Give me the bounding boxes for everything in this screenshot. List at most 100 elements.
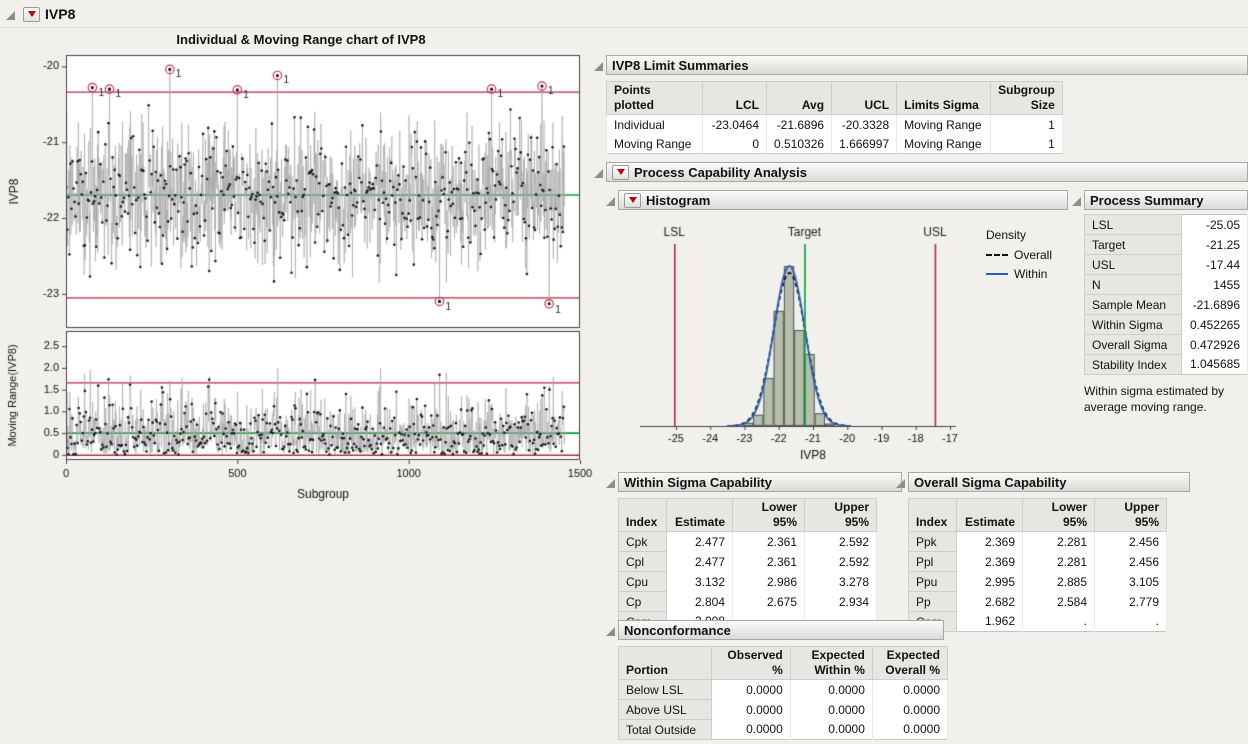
overall-capability-header[interactable]: Overall Sigma Capability <box>908 472 1190 492</box>
legend-item-overall: Overall <box>986 248 1052 262</box>
table-row: Stability Index1.045685 <box>1085 355 1248 375</box>
column-header: Lower 95% <box>1023 499 1095 532</box>
column-header: Estimate <box>957 499 1023 532</box>
overall-capability-table: IndexEstimateLower 95%Upper 95%Ppk2.3692… <box>908 498 1167 632</box>
histogram-header[interactable]: Histogram <box>618 190 1068 210</box>
legend-title: Density <box>986 228 1052 242</box>
table-cell: 2.477 <box>667 552 733 572</box>
red-triangle-menu-button[interactable] <box>624 193 641 208</box>
table-cell: Within Sigma <box>1085 315 1182 335</box>
column-header: Expected Overall % <box>872 647 947 680</box>
table-cell: 0.0000 <box>872 720 947 740</box>
table-cell: 3.278 <box>805 572 877 592</box>
table-cell: -21.25 <box>1182 235 1248 255</box>
table-cell: -17.44 <box>1182 255 1248 275</box>
table-cell: 0.0000 <box>872 700 947 720</box>
panel-title: Process Capability Analysis <box>634 165 807 180</box>
column-header: Observed % <box>711 647 790 680</box>
table-cell: LSL <box>1085 215 1182 235</box>
column-header: Expected Within % <box>790 647 872 680</box>
overall-curve-swatch <box>986 254 1008 256</box>
table-row: Cpk2.4772.3612.592 <box>619 532 877 552</box>
disclosure-icon[interactable] <box>6 11 15 20</box>
table-row: Sample Mean-21.6896 <box>1085 295 1248 315</box>
table-row: Cpu3.1322.9863.278 <box>619 572 877 592</box>
disclosure-icon[interactable] <box>594 62 603 71</box>
table-cell: Above USL <box>619 700 712 720</box>
table-cell: 0.0000 <box>790 700 872 720</box>
panel-title: Process Summary <box>1090 193 1203 208</box>
table-cell: Cpu <box>619 572 667 592</box>
nonconformance-header[interactable]: Nonconformance <box>618 620 944 640</box>
table-cell: 1.045685 <box>1182 355 1248 375</box>
table-row: Ppl2.3692.2812.456 <box>909 552 1167 572</box>
table-cell: 2.675 <box>733 592 805 612</box>
column-header: Index <box>619 499 667 532</box>
nonconformance-panel: Nonconformance PortionObserved %Expected… <box>606 620 948 740</box>
table-row: Overall Sigma0.472926 <box>1085 335 1248 355</box>
table-cell: 1.962 <box>957 612 1023 632</box>
table-cell: 2.986 <box>733 572 805 592</box>
limit-summaries-table: Points plottedLCLAvgUCLLimits SigmaSubgr… <box>606 81 1063 154</box>
table-cell: USL <box>1085 255 1182 275</box>
report-title: IVP8 <box>45 6 75 22</box>
panel-title: Nonconformance <box>624 623 731 638</box>
column-header: UCL <box>832 82 897 115</box>
legend-label: Within <box>1014 267 1047 281</box>
table-cell: -20.3328 <box>832 115 897 135</box>
column-header: Avg <box>767 82 832 115</box>
limit-summaries-header[interactable]: IVP8 Limit Summaries <box>606 55 1248 75</box>
table-cell: Pp <box>909 592 957 612</box>
red-triangle-menu-button[interactable] <box>23 7 40 22</box>
column-header: LCL <box>703 82 767 115</box>
table-cell: 2.361 <box>733 532 805 552</box>
table-cell: 2.456 <box>1095 552 1167 572</box>
table-cell: Ppk <box>909 532 957 552</box>
red-triangle-menu-button[interactable] <box>612 165 629 180</box>
process-summary-note: Within sigma estimated by average moving… <box>1084 383 1248 415</box>
table-cell: Below LSL <box>619 680 712 700</box>
within-capability-table: IndexEstimateLower 95%Upper 95%Cpk2.4772… <box>618 498 877 632</box>
disclosure-icon[interactable] <box>896 479 905 488</box>
table-cell: 0 <box>703 134 767 154</box>
disclosure-icon[interactable] <box>606 627 615 636</box>
histogram-legend: Density Overall Within <box>986 228 1052 281</box>
control-chart-canvas[interactable] <box>2 28 597 520</box>
table-cell: 3.132 <box>667 572 733 592</box>
table-cell: Target <box>1085 235 1182 255</box>
table-cell: . <box>1095 612 1167 632</box>
table-cell: 0.0000 <box>711 700 790 720</box>
table-cell: Ppl <box>909 552 957 572</box>
table-cell: -23.0464 <box>703 115 767 135</box>
within-curve-swatch <box>986 273 1008 275</box>
table-cell: 0.452265 <box>1182 315 1248 335</box>
disclosure-icon[interactable] <box>606 479 615 488</box>
table-cell: 1 <box>991 134 1063 154</box>
table-cell: Overall Sigma <box>1085 335 1182 355</box>
table-cell: 1455 <box>1182 275 1248 295</box>
column-header: Upper 95% <box>1095 499 1167 532</box>
column-header: Points plotted <box>607 82 703 115</box>
column-header: Subgroup Size <box>991 82 1063 115</box>
panel-title: IVP8 Limit Summaries <box>612 58 749 73</box>
disclosure-icon[interactable] <box>1072 197 1081 206</box>
table-row: Cpl2.4772.3612.592 <box>619 552 877 572</box>
table-cell: 2.281 <box>1023 532 1095 552</box>
table-row: Ppk2.3692.2812.456 <box>909 532 1167 552</box>
table-row: Moving Range00.5103261.666997Moving Rang… <box>607 134 1063 154</box>
table-cell: 0.0000 <box>790 720 872 740</box>
panel-title: Overall Sigma Capability <box>914 475 1066 490</box>
within-capability-header[interactable]: Within Sigma Capability <box>618 472 902 492</box>
table-cell: Total Outside <box>619 720 712 740</box>
table-row: Target-21.25 <box>1085 235 1248 255</box>
disclosure-icon[interactable] <box>606 197 615 206</box>
table-row: Total Outside0.00000.00000.0000 <box>619 720 948 740</box>
table-cell: Moving Range <box>897 115 991 135</box>
process-capability-header[interactable]: Process Capability Analysis <box>606 162 1248 182</box>
red-triangle-icon <box>629 197 637 203</box>
table-row: Individual-23.0464-21.6896-20.3328Moving… <box>607 115 1063 135</box>
table-cell: 0.472926 <box>1182 335 1248 355</box>
disclosure-icon[interactable] <box>594 169 603 178</box>
report-outline-header[interactable]: IVP8 <box>6 6 75 22</box>
process-summary-header[interactable]: Process Summary <box>1084 190 1248 210</box>
